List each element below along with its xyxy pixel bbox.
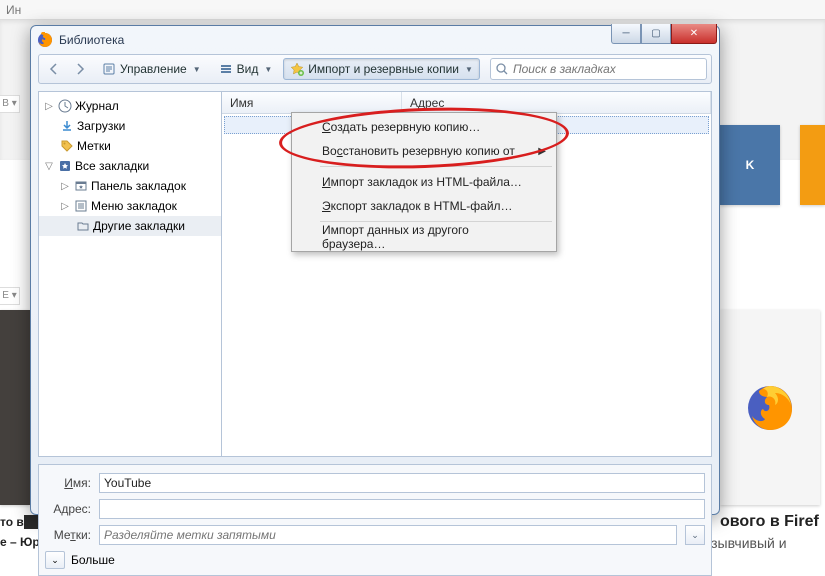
expand-icon[interactable]: ▷ [43, 101, 55, 112]
submenu-arrow-icon: ▶ [538, 146, 546, 157]
list-header: Имя Адрес [222, 92, 711, 114]
view-label: Вид [237, 62, 259, 76]
panel-icon [73, 178, 89, 194]
bg-tile-vk: K [720, 125, 780, 205]
tree-label: Загрузки [77, 119, 125, 133]
expand-icon[interactable]: ▷ [59, 181, 71, 192]
menu-import-html[interactable]: Импорт закладок из HTML-файла… [294, 170, 554, 194]
dropdown-icon: ▼ [465, 65, 473, 74]
maximize-button[interactable]: ▢ [641, 24, 671, 44]
bg-tile-left [0, 310, 30, 505]
tree-journal[interactable]: ▷ Журнал [39, 96, 221, 116]
tree-label: Панель закладок [91, 179, 186, 193]
folder-icon [75, 218, 91, 234]
download-icon [59, 118, 75, 134]
tree-panel[interactable]: ▷ Панель закладок [39, 176, 221, 196]
vk-letter: K [746, 158, 755, 172]
bg-tile-firefox [720, 310, 820, 505]
col-address[interactable]: Адрес [402, 92, 711, 113]
firefox-logo-icon [745, 383, 795, 433]
tree-label: Другие закладки [93, 219, 185, 233]
collapse-icon[interactable]: ▽ [43, 161, 55, 172]
manage-icon [102, 62, 116, 76]
tag-icon [59, 138, 75, 154]
manage-label: Управление [120, 62, 187, 76]
forward-button[interactable] [69, 58, 91, 80]
tree-label: Журнал [75, 99, 119, 113]
view-icon [219, 62, 233, 76]
dropdown-icon: ▼ [264, 65, 272, 74]
view-button[interactable]: Вид ▼ [212, 58, 280, 80]
search-input[interactable] [490, 58, 707, 80]
tree-menu[interactable]: ▷ Меню закладок [39, 196, 221, 216]
bg-chip-v: В ▾ [0, 95, 20, 113]
bg-tab-text: Ин [0, 3, 21, 17]
dropdown-icon: ▼ [193, 65, 201, 74]
toolbar: Управление ▼ Вид ▼ Импорт и резервные ко… [38, 54, 712, 84]
bg-chip-e: Е ▾ [0, 287, 20, 305]
expand-icon[interactable]: ▷ [59, 201, 71, 212]
clock-icon [57, 98, 73, 114]
import-backup-menu: Создать резервную копию… Восстановить ре… [291, 112, 557, 252]
firefox-icon [37, 32, 53, 48]
import-label: Импорт и резервные копии [308, 62, 459, 76]
tree-label: Все закладки [75, 159, 149, 173]
menu-separator [320, 221, 552, 222]
tags-label: Метки: [45, 528, 91, 542]
star-icon [290, 62, 304, 76]
col-name[interactable]: Имя [222, 92, 402, 113]
bg-caption-3: ового в Firef [720, 512, 819, 532]
search-icon [494, 61, 510, 77]
menu-icon [73, 198, 89, 214]
import-backup-button[interactable]: Импорт и резервные копии ▼ [283, 58, 480, 80]
details-pane: Имя: Адрес: Метки: ⌄ ⌄ Больше [38, 464, 712, 576]
close-button[interactable]: ✕ [671, 24, 717, 44]
sidebar-tree[interactable]: ▷ Журнал Загрузки Метки ▽ Все закладки ▷… [38, 91, 222, 457]
back-button[interactable] [43, 58, 65, 80]
menu-export-html[interactable]: Экспорт закладок в HTML-файл… [294, 194, 554, 218]
tree-label: Метки [77, 139, 111, 153]
tags-dropdown-button[interactable]: ⌄ [685, 525, 705, 545]
name-label: Имя: [45, 476, 91, 490]
tree-downloads[interactable]: Загрузки [39, 116, 221, 136]
address-input[interactable] [99, 499, 705, 519]
name-input[interactable] [99, 473, 705, 493]
bg-tile-orange [800, 125, 825, 205]
tree-all-bookmarks[interactable]: ▽ Все закладки [39, 156, 221, 176]
tags-input[interactable] [99, 525, 677, 545]
tree-tags[interactable]: Метки [39, 136, 221, 156]
address-label: Адрес: [45, 502, 91, 516]
more-row: ⌄ Больше [45, 551, 705, 569]
manage-button[interactable]: Управление ▼ [95, 58, 208, 80]
bookmarks-icon [57, 158, 73, 174]
bg-tabbar: Ин [0, 0, 825, 20]
library-window: Библиотека ─ ▢ ✕ Управление ▼ Вид ▼ Импо… [30, 25, 720, 515]
menu-separator [320, 166, 552, 167]
more-label: Больше [71, 553, 115, 567]
titlebar[interactable]: Библиотека ─ ▢ ✕ [31, 26, 719, 54]
more-toggle[interactable]: ⌄ [45, 551, 65, 569]
tree-label: Меню закладок [91, 199, 177, 213]
minimize-button[interactable]: ─ [611, 24, 641, 44]
window-buttons: ─ ▢ ✕ [611, 24, 717, 44]
search-box [490, 58, 707, 80]
menu-restore-backup[interactable]: Восстановить резервную копию от▶ [294, 139, 554, 163]
menu-create-backup[interactable]: Создать резервную копию… [294, 115, 554, 139]
window-title: Библиотека [59, 33, 124, 47]
menu-import-browser[interactable]: Импорт данных из другого браузера… [294, 225, 554, 249]
tree-other[interactable]: Другие закладки [39, 216, 221, 236]
